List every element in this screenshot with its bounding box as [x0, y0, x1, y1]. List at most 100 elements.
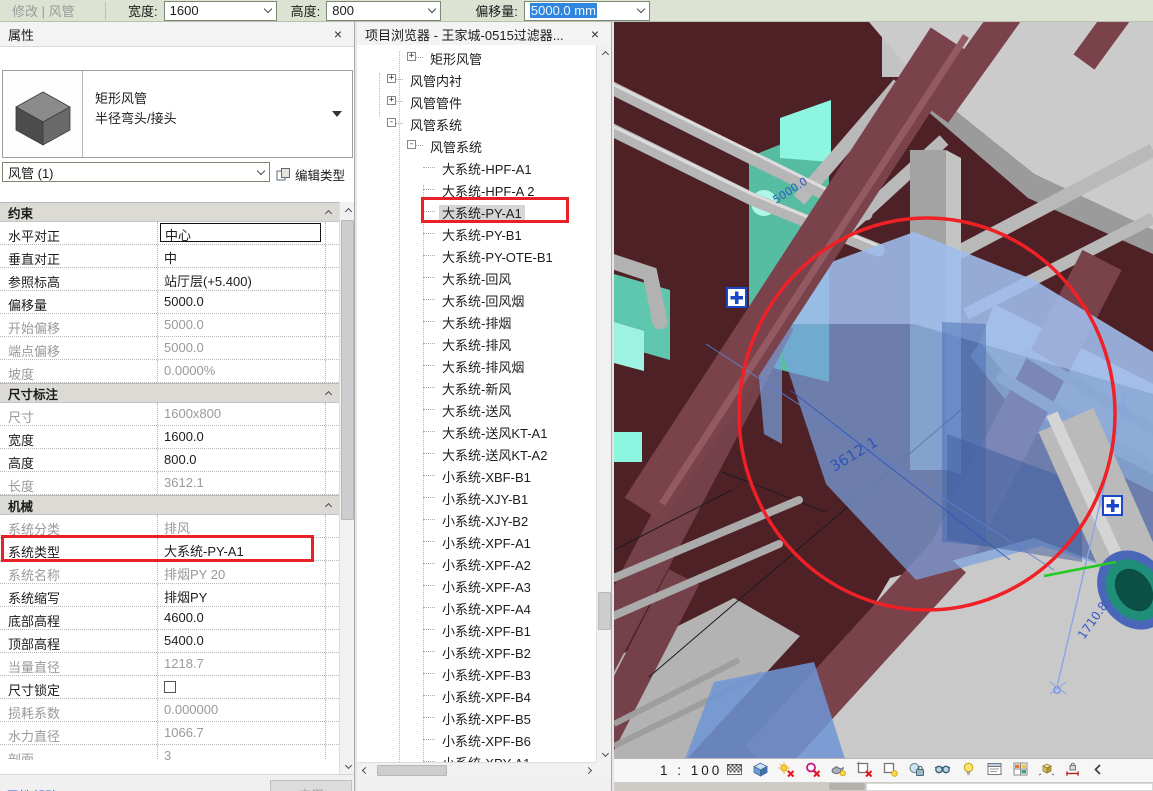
tree-item-label[interactable]: 小系统-XJY-B1	[439, 491, 531, 508]
crop-visible-icon[interactable]	[882, 761, 899, 778]
property-value[interactable]: 中	[158, 245, 325, 267]
tree-item[interactable]: 小系统-XJY-B2	[357, 507, 596, 529]
tree-item[interactable]: 大系统-排风烟	[357, 353, 596, 375]
tree-item[interactable]: 大系统-回风	[357, 265, 596, 287]
tree-item-label[interactable]: 大系统-回风烟	[439, 293, 527, 310]
tree-item[interactable]: 大系统-送风KT-A1	[357, 419, 596, 441]
width-combo[interactable]: 1600	[164, 1, 277, 21]
tree-item[interactable]: 大系统-排风	[357, 331, 596, 353]
3d-canvas[interactable]: 5000.0 3612.1 1710.8	[614, 22, 1153, 758]
scrollbar-thumb[interactable]	[341, 220, 354, 520]
tree-item[interactable]: + 矩形风管	[357, 45, 596, 67]
scroll-right-icon[interactable]	[580, 763, 596, 778]
locked-view-icon[interactable]	[908, 761, 925, 778]
view-scale[interactable]: 1 : 100	[660, 763, 726, 778]
reveal-hidden-icon[interactable]	[960, 761, 977, 778]
tree-item[interactable]: 小系统-XPF-B4	[357, 683, 596, 705]
property-value[interactable]: 排烟PY 20	[158, 561, 325, 583]
tree-item-label[interactable]: 小系统-XPF-A2	[439, 557, 534, 574]
tree-item-label[interactable]: 小系统-XPY-A1	[439, 755, 533, 762]
property-value[interactable]: 0.000000	[158, 699, 325, 721]
height-value[interactable]: 800	[332, 3, 424, 18]
instance-combo[interactable]: 风管 (1)	[2, 162, 270, 182]
property-value[interactable]: 800.0	[158, 449, 325, 471]
properties-scrollbar[interactable]	[339, 202, 355, 774]
chevron-down-icon[interactable]	[260, 9, 276, 12]
browser-vscrollbar[interactable]	[596, 45, 612, 762]
tree-item-label[interactable]: 风管管件	[407, 95, 465, 112]
property-value[interactable]: 4600.0	[158, 607, 325, 629]
tree-item[interactable]: 小系统-XJY-B1	[357, 485, 596, 507]
type-selector[interactable]: 矩形风管 半径弯头/接头	[2, 70, 353, 158]
sun-path-off-icon[interactable]	[778, 761, 795, 778]
collapse-section-icon[interactable]	[325, 391, 332, 398]
collapse-icon[interactable]: -	[387, 118, 396, 127]
chevron-down-icon[interactable]	[633, 9, 649, 12]
temporary-hide-icon[interactable]	[934, 761, 951, 778]
render-icon[interactable]	[830, 761, 847, 778]
tree-item-label[interactable]: 大系统-新风	[439, 381, 514, 398]
3d-viewport[interactable]: 5000.0 3612.1 1710.8 1 : 100	[614, 22, 1153, 791]
chevron-down-icon[interactable]	[424, 9, 440, 12]
properties-help-link[interactable]: 属性帮助	[6, 786, 58, 791]
scroll-up-icon[interactable]	[597, 45, 612, 60]
tree-item[interactable]: 小系统-XPF-A1	[357, 529, 596, 551]
tree-item-label[interactable]: 矩形风管	[427, 51, 485, 68]
tree-item-label[interactable]: 小系统-XPF-B2	[439, 645, 534, 662]
property-value[interactable]: 3612.1	[158, 472, 325, 494]
collapse-icon[interactable]	[1090, 761, 1107, 778]
tree-item[interactable]: 小系统-XBF-B1	[357, 463, 596, 485]
drag-handle-icon[interactable]	[727, 288, 746, 307]
offset-combo[interactable]: 5000.0 mm	[524, 1, 650, 21]
visual-style-icon[interactable]	[752, 761, 769, 778]
close-icon[interactable]: ×	[587, 26, 603, 42]
scroll-up-icon[interactable]	[340, 202, 355, 217]
tree-item-label[interactable]: 大系统-HPF-A 2	[439, 183, 537, 200]
offset-value[interactable]: 5000.0 mm	[530, 3, 597, 18]
section-header[interactable]: 尺寸标注	[0, 383, 339, 403]
height-combo[interactable]: 800	[326, 1, 441, 21]
tree-item-label[interactable]: 大系统-PY-B1	[439, 227, 525, 244]
property-value[interactable]: 排风	[158, 515, 325, 537]
scroll-down-icon[interactable]	[597, 747, 612, 762]
scrollbar-thumb[interactable]	[829, 783, 865, 790]
property-value[interactable]: 站厅层(+5.400)	[158, 268, 325, 290]
property-value[interactable]: 3	[158, 745, 325, 760]
tree-item-label[interactable]: 小系统-XBF-B1	[439, 469, 534, 486]
tree-item[interactable]: 大系统-排烟	[357, 309, 596, 331]
tree-item-label[interactable]: 风管系统	[407, 117, 465, 134]
displacement-sets-icon[interactable]	[1038, 761, 1055, 778]
tree-item[interactable]: 大系统-HPF-A 2	[357, 177, 596, 199]
tree-item[interactable]: 小系统-XPF-B3	[357, 661, 596, 683]
tree-item-label[interactable]: 小系统-XPF-A1	[439, 535, 534, 552]
close-icon[interactable]: ×	[330, 26, 346, 42]
tree-item[interactable]: 大系统-PY-B1	[357, 221, 596, 243]
tree-item-label[interactable]: 大系统-排风	[439, 337, 514, 354]
apply-button[interactable]: 应用	[270, 780, 352, 791]
scale-grid-icon[interactable]	[726, 761, 743, 778]
property-value[interactable]: 5400.0	[158, 630, 325, 652]
tree-item-label[interactable]: 大系统-送风KT-A2	[439, 447, 550, 464]
instance-value[interactable]: 风管 (1)	[8, 163, 253, 182]
tree-item[interactable]: +风管管件	[357, 89, 596, 111]
tree-item[interactable]: 大系统-送风KT-A2	[357, 441, 596, 463]
tree-item-label[interactable]: 大系统-HPF-A1	[439, 161, 535, 178]
collapse-section-icon[interactable]	[325, 210, 332, 217]
browser-hscrollbar[interactable]	[357, 762, 596, 778]
tree-item[interactable]: - 风管系统	[357, 111, 596, 133]
tree-item-label[interactable]: 小系统-XJY-B2	[439, 513, 531, 530]
expand-icon[interactable]: +	[407, 52, 416, 61]
tree-item-label[interactable]: 小系统-XPF-B4	[439, 689, 534, 706]
collapse-icon[interactable]: -	[407, 140, 416, 149]
property-value[interactable]: 1218.7	[158, 653, 325, 675]
property-value[interactable]: 1600.0	[158, 426, 325, 448]
tree-item[interactable]: 大系统-PY-OTE-B1	[357, 243, 596, 265]
tree-item-label[interactable]: 风管内衬	[407, 73, 465, 90]
tree-item[interactable]: 小系统-XPF-A3	[357, 573, 596, 595]
tree-item-label[interactable]: 小系统-XPF-B3	[439, 667, 534, 684]
tree-item-label[interactable]: 大系统-排风烟	[439, 359, 527, 376]
tree-item[interactable]: 大系统-送风	[357, 397, 596, 419]
tree-item[interactable]: 小系统-XPF-B5	[357, 705, 596, 727]
section-header[interactable]: 约束	[0, 202, 339, 222]
scrollbar-thumb[interactable]	[598, 592, 611, 630]
